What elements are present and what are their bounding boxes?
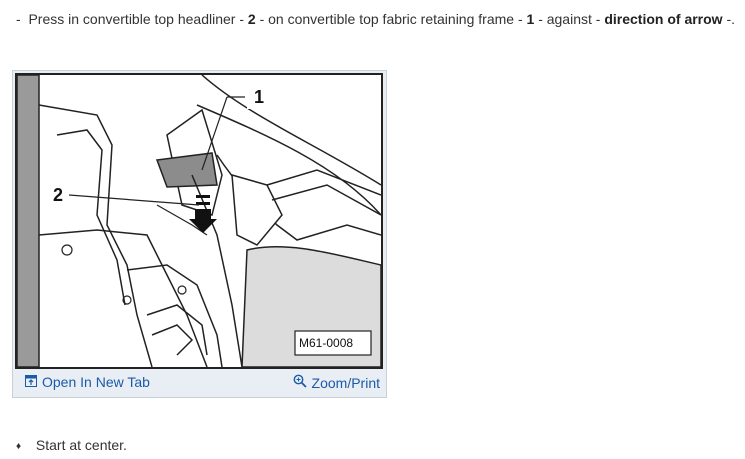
open-in-new-tab-link[interactable]: Open In New Tab: [25, 374, 150, 390]
open-in-new-tab-label: Open In New Tab: [42, 374, 150, 390]
new-tab-icon: [25, 374, 37, 390]
figure-container: 1 2 M61-0008 Open In New Tab Zoom/Print: [12, 70, 387, 398]
step-dash: -: [16, 11, 21, 27]
image-code-label: M61-0008: [299, 336, 354, 350]
step-num-2: 2: [247, 11, 256, 27]
zoom-print-link[interactable]: Zoom/Print: [293, 374, 380, 391]
step-text-2: - on convertible top fabric retaining fr…: [259, 11, 523, 27]
diamond-icon: ♦: [16, 441, 22, 452]
step-text-1: Press in convertible top headliner -: [28, 11, 245, 27]
illustration-drawing: [17, 75, 381, 367]
step-num-1: 1: [526, 11, 535, 27]
callout-2: 2: [53, 185, 64, 205]
bullet-item: ♦ Start at center.: [16, 437, 127, 453]
instruction-step: - Press in convertible top headliner - 2…: [16, 11, 735, 27]
step-emphasis: direction of arrow: [604, 11, 723, 27]
step-text-3: - against -: [538, 11, 601, 27]
technical-illustration[interactable]: 1 2 M61-0008: [15, 73, 383, 369]
zoom-print-label: Zoom/Print: [311, 374, 380, 391]
figure-links: Open In New Tab Zoom/Print: [13, 370, 386, 397]
step-text-4: -.: [726, 11, 736, 27]
callout-1: 1: [254, 87, 265, 107]
bullet-text: Start at center.: [35, 437, 127, 453]
zoom-icon: [293, 374, 307, 391]
